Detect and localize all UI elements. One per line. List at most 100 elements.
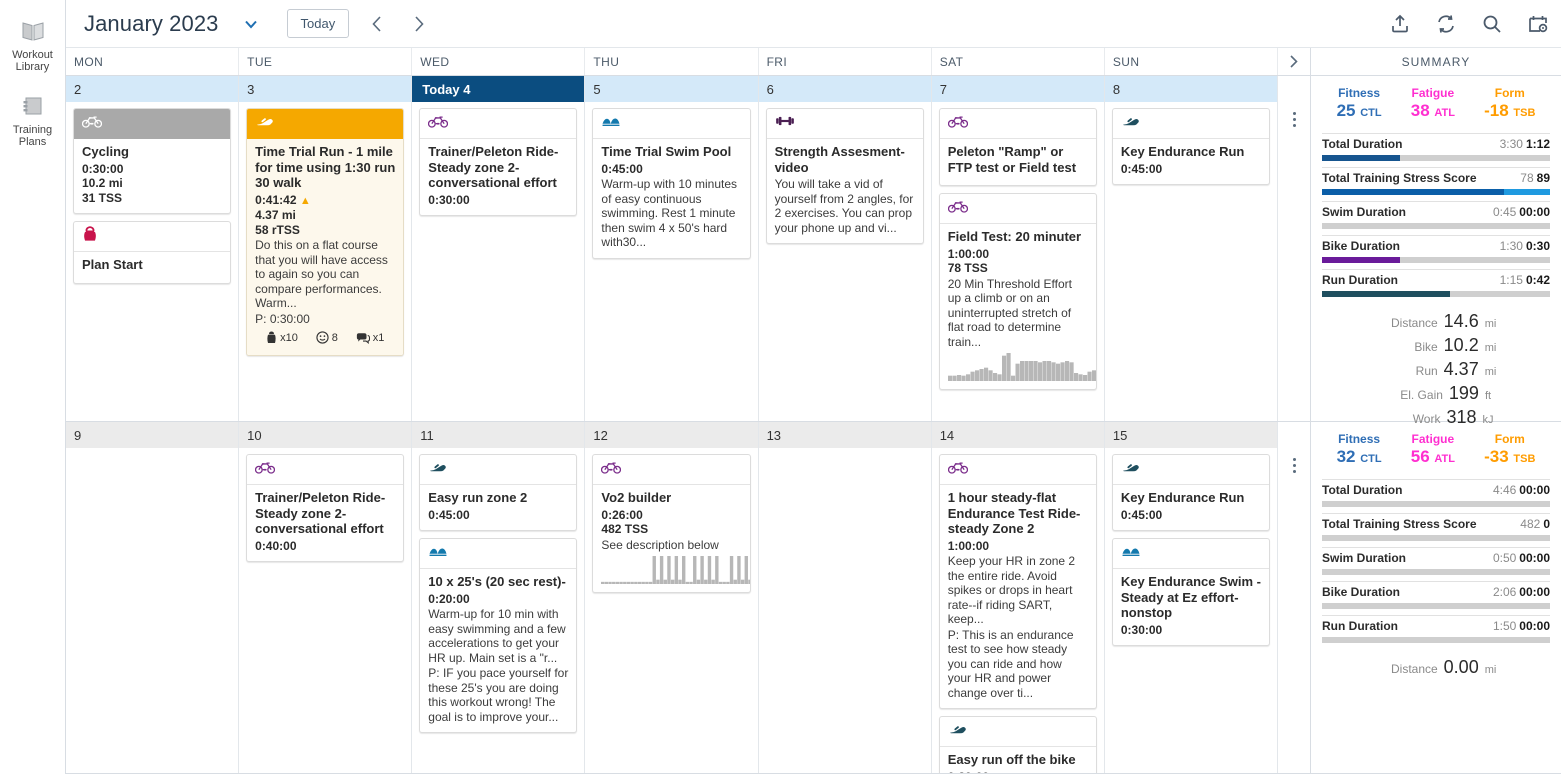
card-stat: 0:20:00 [948,770,1088,774]
day-column[interactable]: 14 1 hour steady-flat Endurance Test Rid… [931,422,1105,774]
workout-card-time-trial-swim[interactable]: Time Trial Swim Pool 0:45:00 Warm-up with… [592,108,751,259]
day-column[interactable]: 7 Peleton "Ramp" or FTP test or Field te… [931,76,1105,421]
upload-icon[interactable] [1389,13,1411,35]
next-week-button[interactable] [405,12,433,36]
pmc-fitness: Fitness 25 CTL [1337,86,1382,123]
summary-progress-bar [1322,189,1550,195]
prev-week-button[interactable] [363,12,391,36]
search-icon[interactable] [1481,13,1503,35]
workout-card-key-endurance-swim[interactable]: Key Endurance Swim - Steady at Ez effort… [1111,538,1270,646]
workout-card-key-endurance-run[interactable]: Key Endurance Run 0:45:00 [1111,108,1270,185]
summary-row-values: 1:30 0:30 [1499,239,1550,253]
summary-row-values: 1:50 00:00 [1492,619,1550,633]
day-column[interactable]: 6 Strength Assesment-video You will take… [758,76,932,421]
card-body: 1 hour steady-flat Endurance Test Ride-s… [940,485,1096,708]
workout-card-cycling[interactable]: Cycling 0:30:00 10.2 mi 31 TSS [73,108,232,214]
card-description: See description below [601,537,719,552]
training-calendar-app: Workout Library Training Plans January 202… [0,0,1561,774]
calendar-settings-icon[interactable] [1527,13,1549,35]
workout-card-swim-10x25[interactable]: 10 x 25's (20 sec rest)- 0:20:00 Warm-up … [419,538,578,733]
workout-card-easy-run-zone-2[interactable]: Easy run zone 2 0:45:00 [419,454,578,531]
swim-icon [601,114,621,133]
workout-card-field-test-20-minuter[interactable]: Field Test: 20 minuter 1:00:00 78 TSS 20 M… [938,193,1097,390]
smiley-icon[interactable]: 8 [316,331,338,344]
card-title: Easy run off the bike [947,752,1076,767]
workout-card-key-endurance-run[interactable]: Key Endurance Run 0:45:00 [1111,454,1270,531]
main-area: January 2023 Today MON TUE WED THU FRI S… [66,0,1561,774]
day-column[interactable]: 10 Trainer/Peleton Ride-Steady zone 2-co… [239,422,413,773]
workout-card-plan-start[interactable]: Plan Start [73,221,232,284]
total-label: El. Gain [1400,388,1443,402]
footer-count: x10 [280,331,298,344]
workout-card-peleton-ramp-test[interactable]: Peleton "Ramp" or FTP test or Field test [938,108,1097,186]
summary-row: Total Duration 4:46 00:00 [1322,479,1550,507]
card-title: Trainer/Peleton Ride-Steady zone 2-conve… [428,144,559,190]
rail-item-training-plans[interactable]: Training Plans [0,85,65,160]
card-title: Key Endurance Run [1120,490,1245,505]
day-column[interactable]: 8 Key Endurance Run 0:45:00 [1104,76,1278,421]
run-icon [428,460,448,479]
summary-row: Swim Duration 0:50 00:00 [1322,547,1550,575]
total-row: Distance 14.6 mi [1322,311,1550,332]
expand-summary-button[interactable] [1278,48,1310,75]
card-stat: 78 TSS [947,261,988,275]
card-header [420,109,577,139]
day-column[interactable]: 2 Cycling 0:30:00 10.2 mi 31 TSS Plan Star… [66,76,240,421]
toolbar: January 2023 Today [66,0,1561,48]
comment-icon[interactable]: x1 [356,332,384,344]
workout-card-trainer-peleton-ride[interactable]: Trainer/Peleton Ride-Steady zone 2-conve… [246,454,405,562]
rail-item-workout-library[interactable]: Workout Library [0,10,65,85]
card-description: Warm-up with 10 minutes of easy continuo… [601,177,738,249]
workout-card-easy-run-off-the-bike[interactable]: Easy run off the bike 0:20:00 [938,716,1097,774]
day-number: 7 [931,76,1104,102]
pmc-label: Form [1494,432,1525,446]
day-column[interactable]: 12 Vo2 builder 0:26:00 482 TSS See descrip… [585,422,759,773]
total-label: Distance [1390,316,1438,330]
card-header [74,222,231,252]
card-title: Time Trial Run - 1 mile for time using 1… [255,144,396,190]
card-title: Vo2 builder [601,490,672,505]
week-menu-button[interactable] [1278,76,1310,421]
day-items: Peleton "Ramp" or FTP test or Field test… [932,102,1104,421]
pmc-fitness: Fitness 32 CTL [1337,432,1382,469]
workout-card-trainer-peleton-ride[interactable]: Trainer/Peleton Ride-Steady zone 2-conve… [419,108,578,216]
summary-row-values: 4:46 00:00 [1492,483,1550,497]
weight-icon[interactable]: x10 [266,331,298,344]
kebab-menu-icon [1292,112,1296,421]
pmc-label: Form [1494,86,1525,100]
chevron-down-icon[interactable] [237,12,265,36]
card-title: Strength Assesment-video [774,144,905,175]
summary-progress-bar [1322,501,1550,507]
card-header [593,455,750,485]
card-title: Plan Start [82,257,143,272]
dow-tue: TUE [239,48,413,75]
day-column[interactable]: 9 [66,422,240,773]
sync-icon[interactable] [1435,13,1457,35]
card-title: Peleton "Ramp" or FTP test or Field test [947,144,1077,175]
card-title: Field Test: 20 minuter [947,229,1082,244]
day-column[interactable]: 5 Time Trial Swim Pool 0:45:00 Warm-up wi… [585,76,759,421]
day-column[interactable]: 15 Key Endurance Run 0:45:00 Key Enduran… [1104,422,1278,773]
card-body: Cycling 0:30:00 10.2 mi 31 TSS [74,139,230,213]
kettlebell-icon [82,225,98,248]
today-button[interactable]: Today [286,9,350,38]
day-column[interactable]: 13 [758,422,932,773]
workout-card-time-trial-run[interactable]: Time Trial Run - 1 mile for time using 1… [246,108,405,356]
day-column[interactable]: 3 Time Trial Run - 1 mile for time using… [239,76,413,421]
pmc-value: -33 TSB [1484,447,1536,466]
workout-card-endurance-test-ride[interactable]: 1 hour steady-flat Endurance Test Ride-s… [938,454,1097,709]
card-body: Time Trial Swim Pool 0:45:00 Warm-up with… [593,139,749,258]
bike-icon [947,460,968,479]
day-column[interactable]: Today 4 Trainer/Peleton Ride-Steady zone… [412,76,586,421]
summary-row-label: Bike Duration [1322,585,1401,599]
workout-card-strength-assessment[interactable]: Strength Assesment-video You will take a… [765,108,924,244]
workout-card-vo2-builder[interactable]: Vo2 builder 0:26:00 482 TSS See descriptio… [592,454,751,593]
summary-row: Run Duration 1:50 00:00 [1322,615,1550,643]
total-unit: mi [1484,318,1497,330]
run-icon [948,722,968,741]
pmc-label: Fitness [1338,432,1381,446]
dumbbell-icon [775,114,795,133]
calendar-body: 2 Cycling 0:30:00 10.2 mi 31 TSS Plan Star… [66,76,1561,774]
week-menu-button[interactable] [1278,422,1310,773]
day-column[interactable]: 11 Easy run zone 2 0:45:00 10 x 25's (20… [412,422,586,773]
